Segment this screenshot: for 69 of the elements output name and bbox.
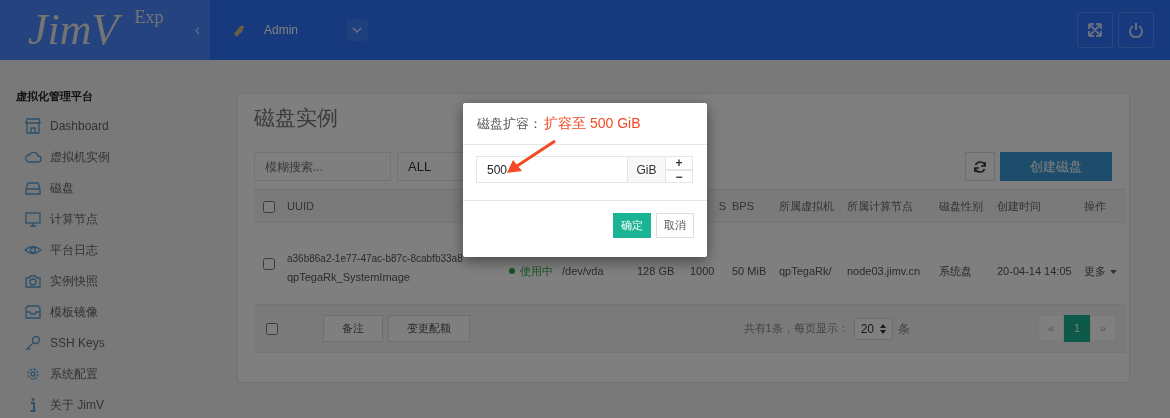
table-cell: 系统盘 (939, 265, 972, 278)
increment-button[interactable]: + (666, 156, 693, 170)
annotation-text: 扩容至 500 GiB (544, 114, 641, 133)
checkbox[interactable] (263, 258, 275, 271)
sidebar-item[interactable]: 关于 JimV (50, 395, 104, 414)
column-header: UUID (287, 199, 314, 212)
key-icon (24, 333, 42, 352)
table-cell: qpTegaRk/ (779, 265, 832, 278)
cancel-button[interactable]: 取消 (656, 213, 694, 238)
note-button[interactable]: 备注 (323, 315, 383, 342)
page-button[interactable]: 1 (1064, 315, 1090, 342)
more-dropdown[interactable]: 更多 (1084, 263, 1117, 280)
refresh-button[interactable] (965, 152, 995, 181)
status-text: 使用中 (520, 264, 553, 280)
table-cell: node03.jimv.cn (847, 265, 921, 278)
expand-icon (1087, 22, 1103, 38)
checkbox[interactable] (263, 200, 275, 213)
next-page[interactable]: » (1090, 315, 1116, 342)
search-field[interactable]: 模糊搜索... (254, 152, 391, 181)
sidebar-item[interactable]: 系统配置 (50, 364, 98, 383)
status-icon (508, 267, 516, 276)
power-icon (1128, 22, 1144, 38)
previous-page[interactable]: « (1038, 315, 1064, 342)
table-cell: 50 MiB (732, 265, 767, 278)
sidebar-item[interactable]: Dashboard (50, 116, 109, 135)
column-header: 所属计算节点 (847, 199, 913, 212)
page-title: 磁盘实例 (254, 105, 338, 131)
column-header: 磁盘性别 (939, 199, 983, 212)
sidebar-item[interactable]: 虚拟机实例 (50, 147, 110, 166)
annotation-arrow (505, 140, 557, 176)
confirm-button[interactable]: 确定 (613, 213, 651, 238)
column-header: S (718, 199, 726, 212)
checkbox[interactable] (266, 322, 278, 335)
sidebar-item[interactable]: 计算节点 (50, 209, 98, 228)
caret-icon (1110, 269, 1117, 274)
sidebar-item[interactable]: 磁盘 (50, 178, 74, 197)
table-cell: 20-04-14 14:05 (997, 265, 1072, 278)
table-cell-text: a36b86a2-1e77-47ac-b87c-8cabfb33a8 (287, 251, 463, 266)
spinner-arrows-icon (880, 323, 886, 334)
inbox-icon (24, 302, 42, 321)
collapse-toggle[interactable]: ‹ (194, 18, 200, 42)
table-cell-text: qpTegaRk_SystemImage (287, 269, 411, 285)
size-input[interactable]: 500 (476, 156, 628, 183)
sidebar-title: 虚拟化管理平台 (16, 89, 94, 102)
store-icon (24, 116, 42, 135)
user-name: Admin (264, 22, 298, 39)
table-cell: 1000 (690, 265, 715, 278)
column-header: 创建时间 (997, 199, 1041, 212)
change-quota-button[interactable]: 变更配额 (388, 315, 470, 342)
table-cell: 128 GB (637, 265, 675, 278)
chevron-down-icon (352, 27, 362, 33)
fullscreen-button[interactable] (1077, 12, 1113, 48)
create-disk-button[interactable]: 创建磁盘 (1000, 152, 1112, 181)
sidebar-item[interactable]: 实例快照 (50, 271, 98, 290)
monitor-icon (24, 209, 42, 228)
per-page-select[interactable]: 20 (853, 317, 893, 340)
user-menu-button[interactable] (346, 19, 368, 41)
power-button[interactable] (1118, 12, 1154, 48)
sidebar-item[interactable]: 平台日志 (50, 240, 98, 259)
table-cell: /dev/vda (562, 265, 604, 278)
column-header: BPS (732, 199, 754, 212)
dialog-title: 磁盘扩容： (477, 114, 542, 133)
column-header: 操作 (1084, 199, 1106, 212)
refresh-icon (973, 159, 987, 174)
sidebar-item[interactable]: SSH Keys (50, 333, 105, 352)
sidebar-item[interactable]: 模板镜像 (50, 302, 98, 321)
unit-label: GiB (628, 156, 666, 183)
logo-superscript: Exp (134, 6, 164, 29)
column-header: 所属虚拟机 (779, 199, 834, 212)
